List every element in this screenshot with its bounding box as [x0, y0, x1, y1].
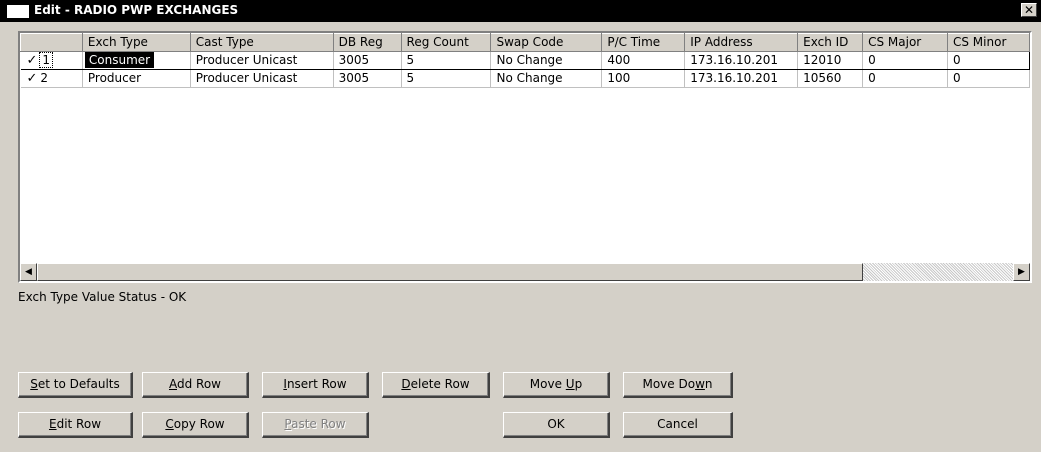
status-text: Exch Type Value Status - OK: [18, 290, 187, 304]
cell-exch-type[interactable]: Producer: [82, 69, 191, 88]
window-title: Edit - RADIO PWP EXCHANGES: [34, 3, 239, 17]
row-header[interactable]: ✓ 1: [20, 51, 83, 70]
copy-row-button[interactable]: Copy Row: [142, 412, 249, 438]
scroll-left-icon[interactable]: ◀: [20, 263, 37, 281]
table-row[interactable]: ✓ 2 Producer Producer Unicast 3005 5 No C…: [20, 69, 1030, 88]
cell-cast-type[interactable]: Producer Unicast: [190, 69, 334, 88]
cell-cs-minor[interactable]: 0: [947, 69, 1030, 88]
check-icon: ✓: [26, 53, 38, 68]
horizontal-scrollbar[interactable]: ◀ ▶: [20, 263, 1030, 281]
paste-row-button[interactable]: Paste Row: [262, 412, 369, 438]
cell-swap-code[interactable]: No Change: [490, 69, 603, 88]
set-to-defaults-button[interactable]: Set to Defaults: [18, 372, 133, 398]
check-icon: ✓: [26, 71, 38, 86]
column-header-exch-type[interactable]: Exch Type: [82, 33, 191, 52]
row-number: 2: [40, 71, 49, 85]
cell-db-reg[interactable]: 3005: [333, 51, 402, 70]
row-header[interactable]: ✓ 2: [20, 69, 83, 88]
cell-exch-type[interactable]: Consumer: [82, 51, 191, 70]
edit-row-button[interactable]: Edit Row: [18, 412, 133, 438]
cell-pc-time[interactable]: 400: [601, 51, 686, 70]
header-row: Exch Type Cast Type DB Reg Reg Count Swa…: [20, 33, 1030, 52]
cell-ip-address[interactable]: 173.16.10.201: [684, 69, 799, 88]
cell-reg-count[interactable]: 5: [401, 69, 492, 88]
delete-row-button[interactable]: Delete Row: [382, 372, 490, 398]
title-bar: Edit - RADIO PWP EXCHANGES ✕: [0, 0, 1041, 22]
column-header-ip-address[interactable]: IP Address: [684, 33, 799, 52]
window-icon: [7, 5, 29, 18]
move-down-button[interactable]: Move Down: [623, 372, 733, 398]
column-header-cast-type[interactable]: Cast Type: [190, 33, 334, 52]
cell-reg-count[interactable]: 5: [401, 51, 492, 70]
cell-exch-type-value: Consumer: [84, 52, 155, 68]
column-header-cs-major[interactable]: CS Major: [862, 33, 948, 52]
column-header-db-reg[interactable]: DB Reg: [333, 33, 402, 52]
column-header-exch-id[interactable]: Exch ID: [797, 33, 864, 52]
scrollbar-thumb[interactable]: [37, 263, 863, 281]
cell-cast-type[interactable]: Producer Unicast: [190, 51, 334, 70]
cell-db-reg[interactable]: 3005: [333, 69, 402, 88]
scroll-right-icon[interactable]: ▶: [1013, 263, 1030, 281]
cell-ip-address[interactable]: 173.16.10.201: [684, 51, 799, 70]
exchanges-table: Exch Type Cast Type DB Reg Reg Count Swa…: [20, 33, 1030, 88]
column-header-cs-minor[interactable]: CS Minor: [947, 33, 1030, 52]
table-row[interactable]: ✓ 1 Consumer Producer Unicast 3005 5 No C…: [20, 51, 1030, 70]
cell-swap-code[interactable]: No Change: [490, 51, 603, 70]
row-number: 1: [39, 52, 54, 68]
cell-exch-id[interactable]: 10560: [797, 69, 864, 88]
cell-cs-major[interactable]: 0: [862, 69, 948, 88]
column-header-reg-count[interactable]: Reg Count: [401, 33, 492, 52]
column-header-rownum[interactable]: [20, 33, 83, 52]
cell-cs-minor[interactable]: 0: [947, 51, 1030, 70]
move-up-button[interactable]: Move Up: [503, 372, 610, 398]
column-header-swap-code[interactable]: Swap Code: [490, 33, 603, 52]
cell-pc-time[interactable]: 100: [601, 69, 686, 88]
cell-cs-major[interactable]: 0: [862, 51, 948, 70]
insert-row-button[interactable]: Insert Row: [262, 372, 369, 398]
exchanges-grid[interactable]: Exch Type Cast Type DB Reg Reg Count Swa…: [18, 31, 1032, 283]
column-header-pc-time[interactable]: P/C Time: [601, 33, 686, 52]
cancel-button[interactable]: Cancel: [623, 412, 733, 438]
cell-exch-id[interactable]: 12010: [797, 51, 864, 70]
ok-button[interactable]: OK: [503, 412, 610, 438]
add-row-button[interactable]: Add Row: [142, 372, 249, 398]
close-icon[interactable]: ✕: [1021, 3, 1037, 17]
